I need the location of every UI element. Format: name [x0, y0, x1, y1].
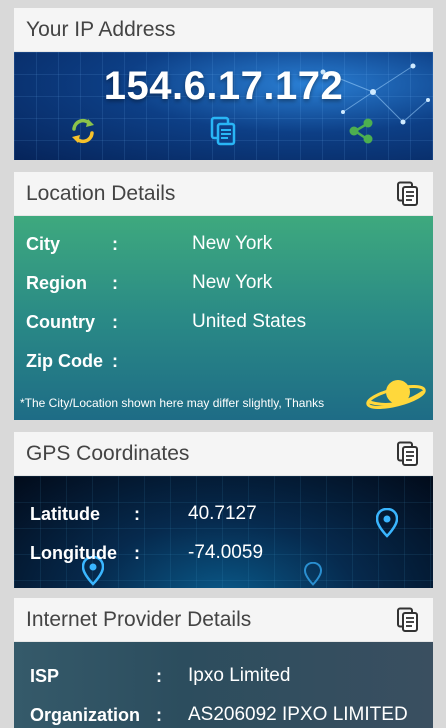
row-label: ISP — [30, 665, 60, 686]
copy-ip-button[interactable] — [206, 114, 240, 148]
gps-coordinates-card: GPS Coordinates Latitude : 40.7127 Longi… — [14, 432, 433, 588]
row-label: Latitude — [30, 503, 100, 524]
row-separator: : — [156, 704, 162, 725]
copy-icon — [397, 181, 418, 206]
location-card-title: Location Details — [26, 181, 176, 205]
share-button[interactable] — [344, 114, 378, 148]
isp-card-title: Internet Provider Details — [26, 607, 252, 631]
row-separator: : — [112, 272, 118, 293]
location-row-city: City : New York — [26, 230, 423, 258]
location-row-zip: Zip Code : — [26, 347, 423, 375]
row-label: Zip Code — [26, 350, 103, 371]
copy-location-button[interactable] — [395, 180, 421, 208]
share-icon — [349, 118, 373, 144]
gps-card-title: GPS Coordinates — [26, 441, 190, 465]
ip-address-value: 154.6.17.172 — [103, 64, 344, 108]
row-value: Ipxo Limited — [188, 665, 291, 686]
row-separator: : — [134, 542, 140, 563]
row-separator: : — [112, 311, 118, 332]
row-separator: : — [112, 350, 118, 371]
location-row-region: Region : New York — [26, 269, 423, 297]
copy-icon — [397, 441, 418, 466]
copy-icon — [210, 116, 236, 146]
copy-isp-button[interactable] — [395, 606, 421, 634]
row-separator: : — [112, 233, 118, 254]
location-row-country: Country : United States — [26, 308, 423, 336]
ip-actions — [14, 114, 433, 150]
location-disclaimer: *The City/Location shown here may differ… — [20, 396, 325, 410]
row-label: Country — [26, 311, 95, 332]
row-value: New York — [192, 233, 273, 254]
location-card-header: Location Details — [14, 172, 433, 216]
row-separator: : — [156, 665, 162, 686]
planet-icon — [366, 380, 426, 409]
refresh-icon — [72, 118, 94, 144]
row-label: Longitude — [30, 542, 117, 563]
location-details-card: Location Details City : New York Region … — [14, 172, 433, 420]
row-label: Organization — [30, 704, 141, 725]
location-body: City : New York Region : New York Countr… — [14, 216, 433, 420]
row-value: 40.7127 — [188, 503, 257, 524]
ip-card-header: Your IP Address — [14, 8, 433, 52]
isp-card-header: Internet Provider Details — [14, 598, 433, 642]
row-value: United States — [192, 311, 307, 332]
ip-address-card: Your IP Address 154.6.17.172 — [14, 8, 433, 160]
gps-row-longitude: Longitude : -74.0059 — [30, 539, 423, 567]
isp-row-organization: Organization : AS206092 IPXO LIMITED — [30, 701, 429, 728]
isp-row-isp: ISP : Ipxo Limited — [30, 662, 429, 690]
refresh-button[interactable] — [66, 114, 100, 148]
row-value: AS206092 IPXO LIMITED — [188, 704, 408, 725]
ip-card-title: Your IP Address — [26, 17, 176, 41]
gps-card-header: GPS Coordinates — [14, 432, 433, 476]
row-value: -74.0059 — [188, 542, 264, 563]
isp-body: ISP : Ipxo Limited Organization : AS2060… — [14, 642, 433, 728]
row-separator: : — [134, 503, 140, 524]
internet-provider-card: Internet Provider Details ISP : Ipxo Lim… — [14, 598, 433, 728]
map-background — [14, 476, 433, 588]
copy-gps-button[interactable] — [395, 440, 421, 468]
gps-body: Latitude : 40.7127 Longitude : -74.0059 — [14, 476, 433, 588]
gps-row-latitude: Latitude : 40.7127 — [30, 500, 423, 528]
copy-icon — [397, 607, 418, 632]
ip-banner: 154.6.17.172 — [14, 52, 433, 160]
row-value: New York — [192, 272, 273, 293]
row-label: Region — [26, 272, 87, 293]
row-label: City — [26, 233, 61, 254]
